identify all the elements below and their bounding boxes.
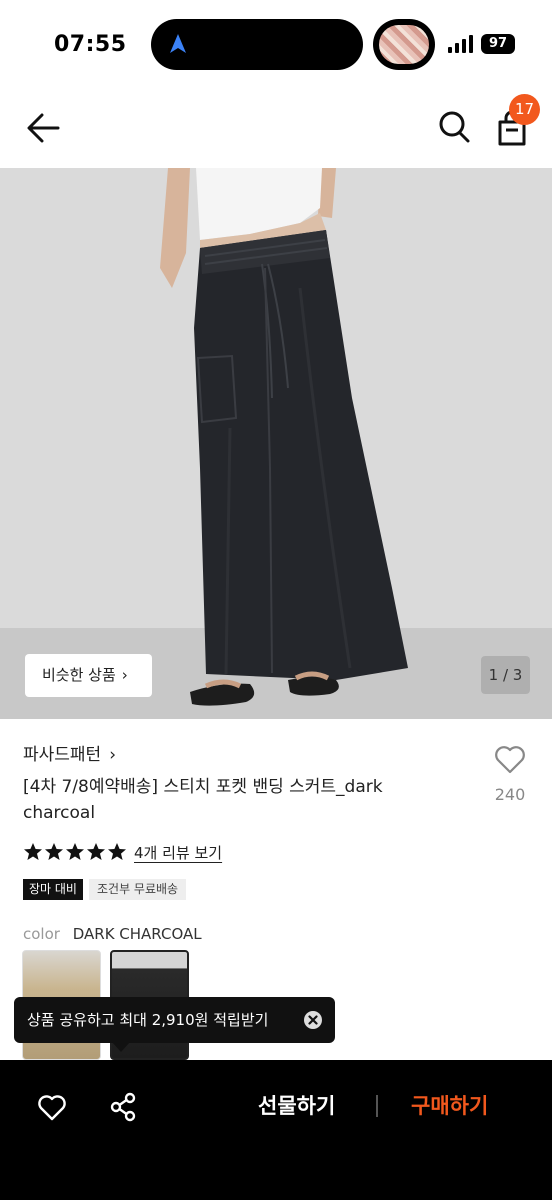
review-link[interactable]: 4개 리뷰 보기 bbox=[134, 842, 222, 863]
close-icon[interactable] bbox=[303, 1010, 323, 1030]
tag-badge: 장마 대비 bbox=[23, 879, 83, 900]
tag-row: 장마 대비 조건부 무료배송 bbox=[23, 879, 187, 900]
like-count: 240 bbox=[494, 785, 526, 804]
product-title: [4차 7/8예약배송] 스티치 포켓 밴딩 스커트_dark charcoal bbox=[23, 777, 383, 823]
product-image[interactable] bbox=[0, 168, 552, 719]
status-time: 07:55 bbox=[54, 32, 127, 57]
live-activity-thumbnail bbox=[373, 19, 435, 70]
star-icon bbox=[108, 843, 126, 860]
product-photo-illustration bbox=[0, 168, 552, 719]
star-icon bbox=[24, 843, 42, 860]
brand-name: 파사드패턴 bbox=[23, 745, 102, 765]
color-row: color DARK CHARCOAL bbox=[23, 925, 202, 943]
search-icon[interactable] bbox=[436, 108, 472, 146]
toast-message: 상품 공유하고 최대 2,910원 적립받기 bbox=[27, 1011, 269, 1029]
battery-level: 97 bbox=[488, 36, 508, 51]
similar-products-label: 비슷한 상품 bbox=[42, 666, 116, 684]
heart-icon[interactable] bbox=[37, 1093, 67, 1121]
navigation-arrow-icon bbox=[170, 34, 186, 53]
similar-products-button[interactable]: 비슷한 상품 › bbox=[25, 654, 152, 697]
brand-link[interactable]: 파사드패턴 › bbox=[23, 740, 116, 765]
bottom-action-bar: 선물하기 구매하기 bbox=[0, 1060, 552, 1200]
shipping-badge: 조건부 무료배송 bbox=[88, 879, 187, 900]
image-counter: 1 / 3 bbox=[481, 656, 530, 694]
color-label: color bbox=[23, 925, 60, 943]
dynamic-island bbox=[151, 19, 363, 70]
color-value: DARK CHARCOAL bbox=[72, 925, 202, 943]
buy-button[interactable]: 구매하기 bbox=[411, 1090, 488, 1120]
star-icon bbox=[45, 843, 63, 860]
like-button[interactable]: 240 bbox=[488, 743, 532, 804]
activity-image-icon bbox=[379, 25, 429, 64]
chevron-right-icon: › bbox=[109, 745, 117, 765]
gift-button[interactable]: 선물하기 bbox=[258, 1090, 335, 1120]
star-icon bbox=[66, 843, 84, 860]
star-icon bbox=[87, 843, 105, 860]
back-arrow-icon[interactable] bbox=[24, 110, 62, 146]
chevron-right-icon: › bbox=[121, 666, 128, 684]
status-bar: 07:55 97 bbox=[0, 0, 552, 90]
cart-count-badge: 17 bbox=[509, 94, 540, 125]
divider bbox=[376, 1095, 378, 1117]
heart-outline-icon bbox=[495, 746, 525, 774]
battery-icon: 97 bbox=[481, 34, 515, 54]
rating-row: 4개 리뷰 보기 bbox=[23, 840, 222, 864]
share-icon[interactable] bbox=[109, 1092, 137, 1122]
toast-pointer bbox=[112, 1042, 130, 1052]
share-reward-toast: 상품 공유하고 최대 2,910원 적립받기 bbox=[14, 997, 335, 1043]
top-navigation bbox=[0, 90, 552, 168]
cellular-signal-icon bbox=[448, 35, 473, 53]
